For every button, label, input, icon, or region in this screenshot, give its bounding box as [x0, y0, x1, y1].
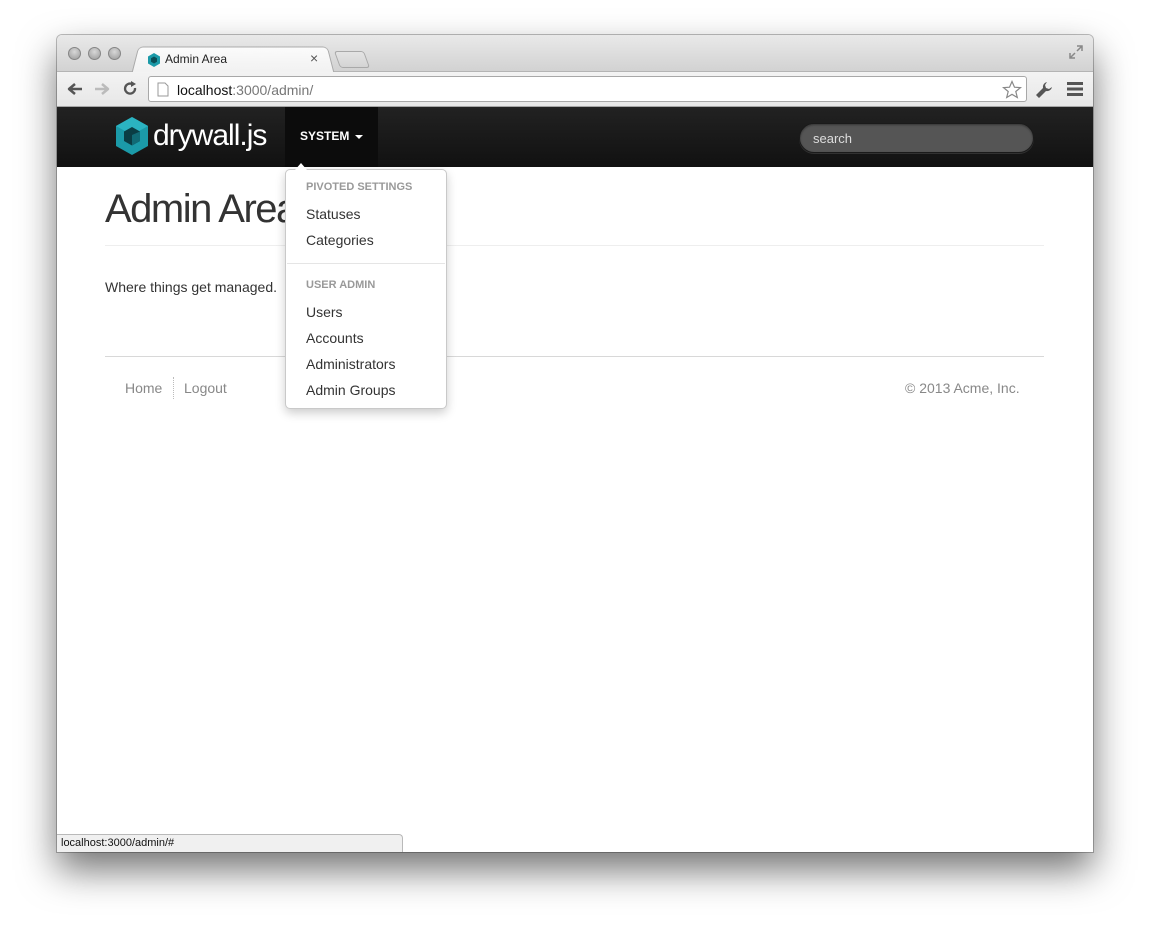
url-host: localhost — [177, 82, 233, 98]
brand-name: drywall.js — [153, 119, 267, 152]
dropdown-item-accounts[interactable]: Accounts — [306, 330, 364, 346]
drywall-logo-icon — [116, 117, 148, 155]
system-dropdown-menu: PIVOTED SETTINGS Statuses Categories USE… — [285, 163, 447, 409]
url-path: :3000/admin/ — [232, 82, 314, 98]
minimize-window-button[interactable] — [88, 47, 101, 60]
forward-arrow-icon[interactable] — [93, 80, 111, 98]
status-bar: localhost:3000/admin/# — [57, 834, 403, 852]
tab-close-icon[interactable]: × — [310, 50, 318, 66]
dropdown-header-user-admin: USER ADMIN — [306, 279, 376, 291]
search-input[interactable] — [799, 123, 1034, 153]
address-bar[interactable]: localhost:3000/admin/ — [148, 76, 1027, 102]
wrench-icon[interactable] — [1034, 80, 1054, 100]
system-menu-toggle[interactable]: SYSTEM — [285, 107, 378, 167]
tab-title: Admin Area — [165, 52, 228, 66]
site-navbar: drywall.js SYSTEM — [57, 107, 1093, 167]
bookmark-star-icon[interactable] — [1002, 80, 1022, 100]
footer-separator — [173, 377, 174, 399]
close-window-button[interactable] — [68, 47, 81, 60]
title-bar: Admin Area × — [57, 35, 1093, 74]
dropdown-item-users[interactable]: Users — [306, 304, 343, 320]
chrome-menu-icon[interactable] — [1067, 82, 1083, 96]
dropdown-item-categories[interactable]: Categories — [306, 232, 374, 248]
page-content: Admin Area Where things get managed. Hom… — [57, 167, 1093, 852]
title-divider — [105, 245, 1044, 246]
drywall-favicon-icon — [148, 53, 160, 67]
page-title: Admin Area — [105, 187, 298, 231]
dropdown-item-statuses[interactable]: Statuses — [306, 206, 360, 222]
dropdown-arrow — [295, 163, 307, 170]
dropdown-item-admin-groups[interactable]: Admin Groups — [306, 382, 395, 398]
dropdown-item-administrators[interactable]: Administrators — [306, 356, 395, 372]
page-lead: Where things get managed. — [105, 279, 277, 295]
caret-down-icon — [355, 135, 363, 139]
brand-link[interactable]: drywall.js — [115, 115, 267, 157]
dropdown-header-pivoted-settings: PIVOTED SETTINGS — [306, 181, 413, 193]
reload-icon[interactable] — [121, 80, 139, 98]
footer-divider — [105, 356, 1044, 357]
zoom-window-button[interactable] — [108, 47, 121, 60]
browser-tab-content[interactable]: Admin Area × — [145, 49, 325, 69]
url-text: localhost:3000/admin/ — [177, 82, 313, 98]
page-icon — [157, 82, 169, 97]
back-arrow-icon[interactable] — [66, 80, 84, 98]
new-tab-button[interactable] — [333, 51, 371, 68]
footer-link-logout[interactable]: Logout — [184, 380, 227, 396]
system-menu-label: SYSTEM — [300, 129, 350, 143]
browser-window: Admin Area × localhost:3000/admin/ drywa… — [57, 35, 1093, 852]
fullscreen-icon[interactable] — [1069, 45, 1083, 59]
copyright-text: © 2013 Acme, Inc. — [905, 380, 1020, 396]
status-url: localhost:3000/admin/# — [61, 837, 175, 849]
footer-link-home[interactable]: Home — [125, 380, 162, 396]
dropdown-divider — [287, 263, 445, 264]
browser-toolbar: localhost:3000/admin/ — [57, 72, 1093, 107]
